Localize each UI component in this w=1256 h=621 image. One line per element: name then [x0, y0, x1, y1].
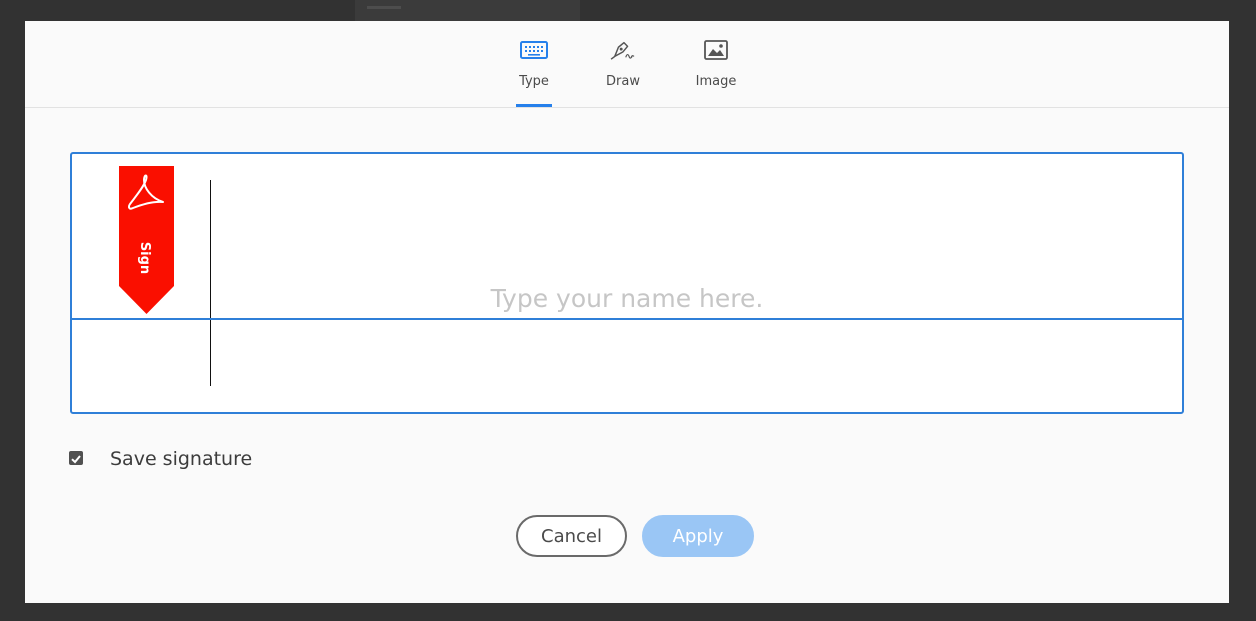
name-input-placeholder: Type your name here.	[490, 284, 764, 313]
tab-image-label: Image	[695, 74, 737, 89]
text-cursor	[210, 180, 211, 386]
tab-draw-label: Draw	[606, 74, 640, 89]
save-signature-label: Save signature	[110, 448, 253, 470]
tab-type[interactable]: Type	[516, 39, 552, 107]
active-tab-indicator	[516, 104, 552, 107]
tab-type-label: Type	[519, 74, 549, 89]
signature-input-area[interactable]: Sign Type your name here.	[70, 152, 1184, 414]
background-app-strip	[355, 0, 580, 21]
tab-draw[interactable]: Draw	[602, 39, 644, 107]
save-signature-checkbox[interactable]	[69, 451, 83, 465]
apply-button[interactable]: Apply	[642, 515, 754, 557]
tab-image[interactable]: Image	[693, 39, 739, 107]
background-text-fragment	[367, 6, 401, 17]
checkmark-icon	[71, 455, 81, 464]
cancel-button[interactable]: Cancel	[516, 515, 627, 557]
signature-dialog: Type Draw Image Sign Type your name here…	[25, 21, 1229, 603]
signature-mode-tabs: Type Draw Image	[25, 21, 1229, 108]
image-icon	[704, 40, 728, 60]
signature-baseline	[72, 318, 1182, 320]
sign-flag-label: Sign	[137, 242, 152, 274]
keyboard-icon	[520, 41, 548, 59]
pen-draw-icon	[610, 41, 635, 60]
